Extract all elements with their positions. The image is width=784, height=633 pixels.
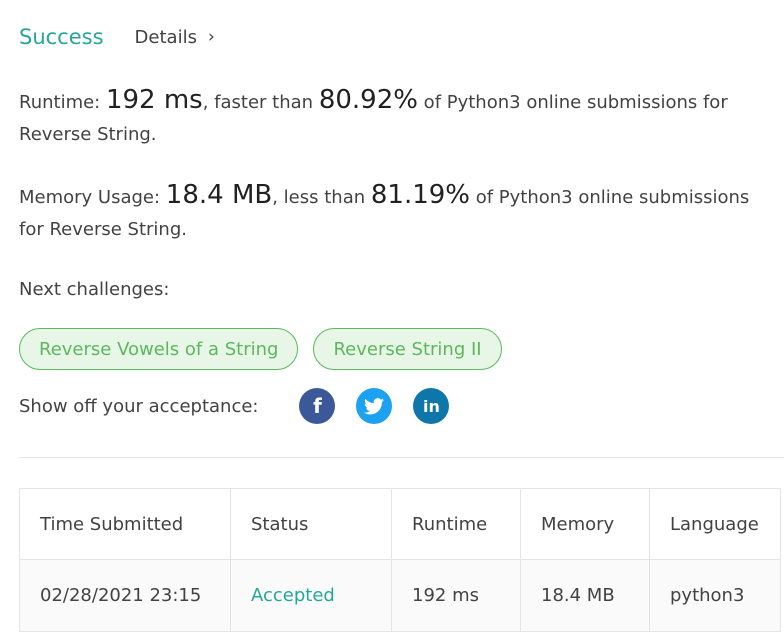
memory-comparison: , less than <box>272 187 371 208</box>
column-header-status[interactable]: Status <box>230 488 392 560</box>
details-link[interactable]: Details › <box>135 27 215 48</box>
runtime-comparison: , faster than <box>202 92 319 113</box>
submissions-table: Time Submitted Status Runtime Memory Lan… <box>19 488 781 632</box>
column-header-runtime[interactable]: Runtime <box>391 488 521 560</box>
column-header-time[interactable]: Time Submitted <box>19 488 231 560</box>
memory-value: 18.4 MB <box>165 180 273 210</box>
memory-percent: 81.19% <box>370 180 470 210</box>
next-challenges: Reverse Vowels of a String Reverse Strin… <box>19 328 517 370</box>
share-row: Show off your acceptance: f in <box>19 388 450 424</box>
runtime-label: Runtime: <box>19 92 106 113</box>
twitter-icon[interactable] <box>356 388 393 424</box>
cell-status-link[interactable]: Accepted <box>230 559 392 632</box>
cell-time-submitted: 02/28/2021 23:15 <box>19 559 231 632</box>
challenge-pill-reverse-vowels[interactable]: Reverse Vowels of a String <box>19 328 299 370</box>
facebook-icon[interactable]: f <box>299 388 336 424</box>
status-success: Success <box>19 25 104 49</box>
chevron-right-icon: › <box>207 27 215 47</box>
cell-language: python3 <box>649 559 781 632</box>
share-label: Show off your acceptance: <box>19 395 259 417</box>
column-header-memory[interactable]: Memory <box>520 488 650 560</box>
linkedin-icon[interactable]: in <box>413 388 450 424</box>
table-row: 02/28/2021 23:15 Accepted 192 ms 18.4 MB… <box>19 559 781 632</box>
table-header-row: Time Submitted Status Runtime Memory Lan… <box>19 488 781 560</box>
result-header: Success Details › <box>19 22 215 52</box>
next-challenges-label: Next challenges: <box>19 279 170 300</box>
runtime-percent: 80.92% <box>318 85 418 115</box>
column-header-language[interactable]: Language <box>649 488 781 560</box>
divider <box>19 457 784 458</box>
runtime-value: 192 ms <box>105 85 203 115</box>
challenge-pill-reverse-string-ii[interactable]: Reverse String II <box>313 328 502 370</box>
memory-label: Memory Usage: <box>19 187 166 208</box>
runtime-stat: Runtime: 192 ms, faster than 80.92% of P… <box>19 84 779 151</box>
details-label[interactable]: Details <box>135 27 197 48</box>
memory-stat: Memory Usage: 18.4 MB, less than 81.19% … <box>19 179 779 246</box>
cell-memory: 18.4 MB <box>520 559 650 632</box>
cell-runtime: 192 ms <box>391 559 521 632</box>
